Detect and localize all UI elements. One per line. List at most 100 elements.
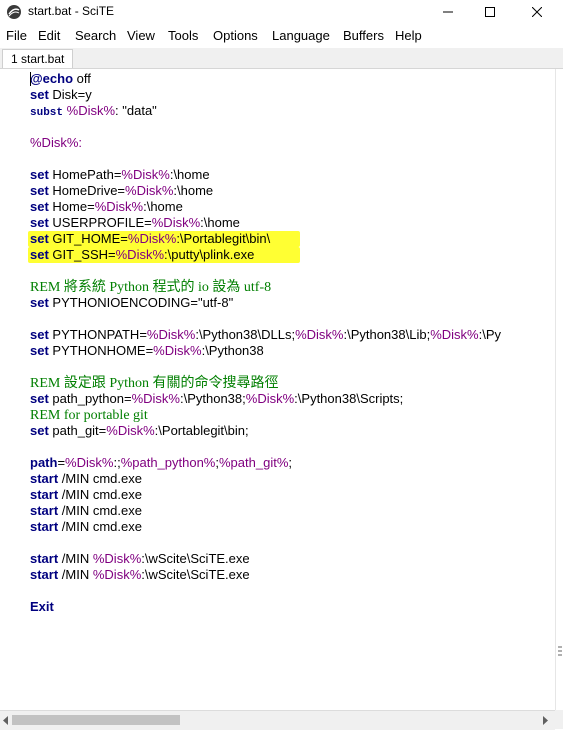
horizontal-scroll-thumb[interactable] bbox=[12, 715, 180, 725]
code-variable: %Disk% bbox=[127, 231, 177, 246]
code-text: :\wScite\SciTE.exe bbox=[141, 567, 250, 582]
code-variable: %path_git% bbox=[219, 455, 289, 470]
code-line: start /MIN %Disk%:\wScite\SciTE.exe bbox=[30, 551, 250, 567]
line-margin bbox=[0, 69, 27, 710]
code-text: :\wScite\SciTE.exe bbox=[141, 551, 250, 566]
menu-options[interactable]: Options bbox=[213, 28, 258, 43]
code-line: REM 設定跟 Python 有關的命令搜尋路徑 bbox=[30, 375, 279, 391]
menu-language[interactable]: Language bbox=[272, 28, 330, 43]
minimize-icon bbox=[443, 11, 453, 13]
code-line: set GIT_HOME=%Disk%:\Portablegit\bin\ bbox=[30, 231, 270, 247]
code-keyword: set bbox=[30, 215, 49, 230]
text-caret bbox=[30, 72, 31, 86]
code-line: start /MIN cmd.exe bbox=[30, 487, 142, 503]
code-text: PYTHONIOENCODING="utf-8" bbox=[48, 295, 234, 310]
code-line: start /MIN %Disk%:\wScite\SciTE.exe bbox=[30, 567, 250, 583]
code-line: start /MIN cmd.exe bbox=[30, 503, 142, 519]
code-line: set GIT_SSH=%Disk%:\putty\plink.exe bbox=[30, 247, 254, 263]
code-keyword: set bbox=[30, 247, 49, 262]
code-line: set PYTHONHOME=%Disk%:\Python38 bbox=[30, 343, 264, 359]
tab-bar: 1 start.bat bbox=[0, 48, 563, 69]
code-text: GIT_HOME= bbox=[48, 231, 128, 246]
code-text: /MIN cmd.exe bbox=[58, 519, 142, 534]
code-keyword: set bbox=[30, 423, 49, 438]
code-text: PYTHONPATH= bbox=[48, 327, 147, 342]
code-text: :\Python38\Lib; bbox=[343, 327, 431, 342]
scroll-right-icon[interactable] bbox=[541, 716, 549, 725]
code-keyword: set bbox=[30, 231, 49, 246]
code-variable: %Disk% bbox=[151, 215, 201, 230]
code-keyword: start bbox=[30, 567, 59, 582]
code-text: GIT_SSH= bbox=[48, 247, 116, 262]
code-area[interactable]: @echo off set Disk=y subst %Disk%: "data"%… bbox=[30, 69, 555, 710]
code-text: path_git= bbox=[48, 423, 107, 438]
code-line: %Disk%: bbox=[30, 135, 82, 151]
menu-tools[interactable]: Tools bbox=[168, 28, 198, 43]
code-variable: %Disk% bbox=[106, 423, 155, 438]
code-line: path=%Disk%:;%path_python%;%path_git%; bbox=[30, 455, 292, 471]
resize-grip-icon bbox=[558, 646, 562, 656]
code-comment: REM 設定跟 Python 有關的命令搜尋路徑 bbox=[30, 376, 279, 391]
code-variable: %Disk% bbox=[131, 391, 180, 406]
code-variable: %Disk%: bbox=[30, 135, 83, 150]
code-line: Exit bbox=[30, 599, 54, 615]
code-line: set PYTHONIOENCODING="utf-8" bbox=[30, 295, 233, 311]
code-variable: %Disk% bbox=[153, 343, 202, 358]
menu-buffers[interactable]: Buffers bbox=[343, 28, 384, 43]
code-text: :\home bbox=[173, 183, 214, 198]
menu-edit[interactable]: Edit bbox=[38, 28, 60, 43]
code-variable: %Disk% bbox=[295, 327, 344, 342]
code-text: :\Portablegit\bin\ bbox=[176, 231, 271, 246]
code-text: /MIN cmd.exe bbox=[58, 503, 142, 518]
code-text: :; bbox=[113, 455, 121, 470]
scrollbar-corner bbox=[555, 710, 563, 729]
scroll-left-icon[interactable] bbox=[2, 716, 10, 725]
code-text: HomeDrive= bbox=[48, 183, 126, 198]
scite-app-icon bbox=[7, 5, 21, 19]
code-variable: %Disk% bbox=[94, 199, 144, 214]
code-keyword: set bbox=[30, 199, 49, 214]
code-variable: %Disk% bbox=[65, 455, 114, 470]
code-line: REM 將系統 Python 程式的 io 設為 utf-8 bbox=[30, 279, 271, 295]
tab-start-bat[interactable]: 1 start.bat bbox=[2, 49, 74, 68]
code-variable: %Disk% bbox=[121, 167, 170, 182]
code-line: set path_git=%Disk%:\Portablegit\bin; bbox=[30, 423, 249, 439]
code-text: Disk=y bbox=[48, 87, 92, 102]
close-button[interactable] bbox=[514, 0, 560, 24]
code-variable: %Disk% bbox=[115, 247, 165, 262]
editor-pane[interactable]: @echo off set Disk=y subst %Disk%: "data"%… bbox=[0, 69, 555, 710]
menu-file[interactable]: File bbox=[6, 28, 27, 43]
code-text: :\Python38\DLLs; bbox=[195, 327, 296, 342]
close-icon bbox=[532, 7, 542, 17]
vertical-scrollbar[interactable] bbox=[555, 69, 563, 710]
code-text: :\home bbox=[143, 199, 183, 214]
code-text: :\putty\plink.exe bbox=[164, 247, 255, 262]
code-text: :\home bbox=[200, 215, 240, 230]
menu-view[interactable]: View bbox=[127, 28, 155, 43]
code-line: set HomeDrive=%Disk%:\home bbox=[30, 183, 213, 199]
code-line: start /MIN cmd.exe bbox=[30, 471, 142, 487]
code-text: :\Python38; bbox=[179, 391, 246, 406]
menu-help[interactable]: Help bbox=[395, 28, 422, 43]
code-text: path_python= bbox=[48, 391, 132, 406]
code-text: Home= bbox=[48, 199, 95, 214]
code-keyword: set bbox=[30, 327, 49, 342]
code-line: @echo off bbox=[30, 71, 91, 87]
code-keyword: set bbox=[30, 391, 49, 406]
code-keyword: start bbox=[30, 471, 59, 486]
code-keyword: start bbox=[30, 551, 59, 566]
code-line: set USERPROFILE=%Disk%:\home bbox=[30, 215, 240, 231]
code-keyword: start bbox=[30, 503, 59, 518]
code-variable: %Disk% bbox=[245, 391, 295, 406]
code-line: set HomePath=%Disk%:\home bbox=[30, 167, 210, 183]
code-keyword: @echo bbox=[30, 71, 74, 86]
code-text: : "data" bbox=[115, 103, 157, 118]
horizontal-scrollbar[interactable] bbox=[0, 710, 555, 730]
menu-search[interactable]: Search bbox=[75, 28, 116, 43]
code-text: ; bbox=[288, 455, 293, 470]
maximize-button[interactable] bbox=[467, 0, 513, 24]
code-text: :\Python38 bbox=[201, 343, 264, 358]
code-variable: %Disk% bbox=[146, 327, 196, 342]
code-text: /MIN bbox=[58, 567, 93, 582]
minimize-button[interactable] bbox=[425, 0, 471, 24]
